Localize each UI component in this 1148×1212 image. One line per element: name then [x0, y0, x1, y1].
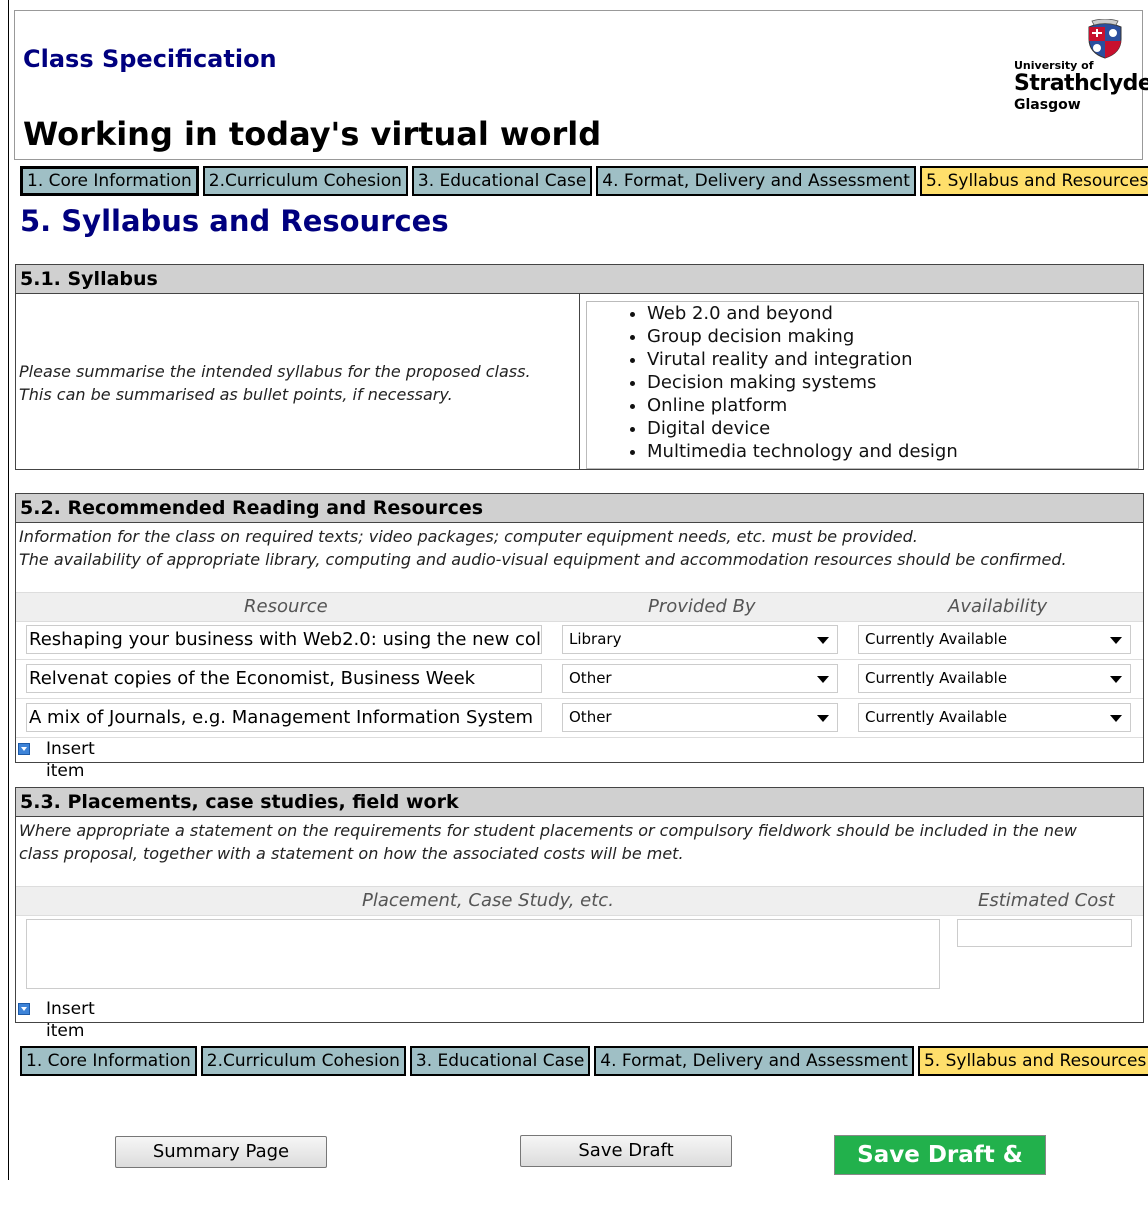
- spec-title: Class Specification: [23, 45, 277, 73]
- provided-by-select[interactable]: Other: [562, 703, 838, 732]
- syllabus-item: Web 2.0 and beyond: [647, 302, 1138, 325]
- placements-section-title: 5.3. Placements, case studies, field wor…: [16, 788, 1143, 817]
- placements-instructions: Where appropriate a statement on the req…: [16, 817, 1143, 865]
- placements-instr-line-1: Where appropriate a statement on the req…: [19, 821, 1077, 840]
- col-estimated-cost: Estimated Cost: [978, 890, 1115, 911]
- logo-line-2: Strathclyde: [1014, 71, 1148, 96]
- chevron-down-icon: [817, 676, 829, 683]
- insert-arrow-icon: [18, 743, 30, 755]
- syllabus-item: Digital device: [647, 417, 1138, 440]
- placements-section: 5.3. Placements, case studies, field wor…: [15, 787, 1144, 1041]
- save-draft-close-button[interactable]: Save Draft & Close: [834, 1135, 1046, 1206]
- table-row: Relvenat copies of the Economist, Busine…: [16, 659, 1143, 699]
- reading-instr-line-1: Information for the class on required te…: [19, 527, 918, 546]
- provided-by-value: Library: [569, 630, 622, 648]
- page-left-border: [8, 0, 9, 1180]
- availability-select[interactable]: Currently Available: [858, 625, 1131, 654]
- tab-core-information[interactable]: 1. Core Information: [20, 166, 199, 196]
- reading-instructions: Information for the class on required te…: [16, 523, 1143, 571]
- table-row: A mix of Journals, e.g. Management Infor…: [16, 698, 1143, 738]
- university-logo: University of Strathclyde Glasgow: [1014, 19, 1148, 115]
- tab-format-delivery-assessment[interactable]: 4. Format, Delivery and Assessment: [594, 1046, 914, 1076]
- tab-format-delivery-assessment[interactable]: 4. Format, Delivery and Assessment: [596, 166, 916, 196]
- tab-curriculum-cohesion[interactable]: 2.Curriculum Cohesion: [202, 166, 408, 196]
- col-resource: Resource: [244, 596, 328, 617]
- provided-by-value: Other: [569, 669, 612, 687]
- col-availability: Availability: [948, 596, 1048, 617]
- tab-core-information[interactable]: 1. Core Information: [20, 1046, 197, 1076]
- syllabus-item: Decision making systems: [647, 371, 1138, 394]
- estimated-cost-input[interactable]: [957, 919, 1132, 947]
- tab-curriculum-cohesion[interactable]: 2.Curriculum Cohesion: [200, 1046, 406, 1076]
- summary-page-button[interactable]: Summary Page: [115, 1136, 327, 1168]
- tab-syllabus-resources[interactable]: 5. Syllabus and Resources: [919, 166, 1148, 196]
- save-draft-button[interactable]: Save Draft: [520, 1135, 732, 1167]
- tab-syllabus-resources[interactable]: 5. Syllabus and Resources: [917, 1046, 1148, 1076]
- chevron-down-icon: [1110, 715, 1122, 722]
- resource-input[interactable]: Relvenat copies of the Economist, Busine…: [26, 664, 542, 693]
- placements-instr-line-2: class proposal, together with a statemen…: [19, 844, 684, 863]
- tab-educational-case[interactable]: 3. Educational Case: [409, 1046, 591, 1076]
- form-title: Working in today's virtual world: [23, 115, 602, 153]
- resource-input[interactable]: Reshaping your business with Web2.0: usi…: [26, 625, 542, 654]
- syllabus-editor[interactable]: Web 2.0 and beyond Group decision making…: [586, 301, 1139, 469]
- chevron-down-icon: [1110, 637, 1122, 644]
- table-row: Reshaping your business with Web2.0: usi…: [16, 620, 1143, 660]
- chevron-down-icon: [1110, 676, 1122, 683]
- resource-input[interactable]: A mix of Journals, e.g. Management Infor…: [26, 703, 542, 732]
- syllabus-prompt-line-2: This can be summarised as bullet points,…: [19, 385, 453, 404]
- bottom-tab-bar: 1. Core Information 2.Curriculum Cohesio…: [20, 1046, 1148, 1076]
- syllabus-prompt-cell: Please summarise the intended syllabus f…: [16, 294, 580, 470]
- reading-grid-header: Resource Provided By Availability: [16, 592, 1143, 622]
- syllabus-list: Web 2.0 and beyond Group decision making…: [587, 302, 1138, 463]
- provided-by-value: Other: [569, 708, 612, 726]
- syllabus-section: 5.1. Syllabus Please summarise the inten…: [15, 264, 1144, 470]
- placement-textarea[interactable]: [26, 919, 940, 989]
- reading-section-title: 5.2. Recommended Reading and Resources: [16, 494, 1143, 523]
- syllabus-item: Multimedia technology and design: [647, 440, 1138, 463]
- chevron-down-icon: [817, 637, 829, 644]
- insert-arrow-icon: [18, 1003, 30, 1015]
- page-heading: 5. Syllabus and Resources: [20, 204, 449, 238]
- col-placement: Placement, Case Study, etc.: [362, 890, 614, 911]
- insert-item-label: Insert item: [46, 999, 95, 1041]
- syllabus-item: Virutal reality and integration: [647, 348, 1138, 371]
- availability-value: Currently Available: [865, 708, 1008, 726]
- reading-section: 5.2. Recommended Reading and Resources I…: [15, 493, 1144, 781]
- availability-value: Currently Available: [865, 630, 1008, 648]
- logo-line-3: Glasgow: [1014, 97, 1081, 113]
- availability-select[interactable]: Currently Available: [858, 664, 1131, 693]
- provided-by-select[interactable]: Library: [562, 625, 838, 654]
- provided-by-select[interactable]: Other: [562, 664, 838, 693]
- syllabus-item: Group decision making: [647, 325, 1138, 348]
- syllabus-prompt-line-1: Please summarise the intended syllabus f…: [19, 362, 531, 381]
- placements-grid-header: Placement, Case Study, etc. Estimated Co…: [16, 886, 1143, 916]
- syllabus-item: Online platform: [647, 394, 1138, 417]
- col-provided-by: Provided By: [648, 596, 756, 617]
- university-crest-icon: [1088, 19, 1122, 59]
- availability-value: Currently Available: [865, 669, 1008, 687]
- top-tab-bar: 1. Core Information 2.Curriculum Cohesio…: [20, 166, 1148, 196]
- syllabus-section-title: 5.1. Syllabus: [16, 265, 1143, 294]
- page-header: Class Specification Working in today's v…: [14, 10, 1148, 160]
- insert-item-label: Insert item: [46, 739, 95, 781]
- availability-select[interactable]: Currently Available: [858, 703, 1131, 732]
- reading-instr-line-2: The availability of appropriate library,…: [19, 550, 1067, 569]
- chevron-down-icon: [817, 715, 829, 722]
- tab-educational-case[interactable]: 3. Educational Case: [411, 166, 593, 196]
